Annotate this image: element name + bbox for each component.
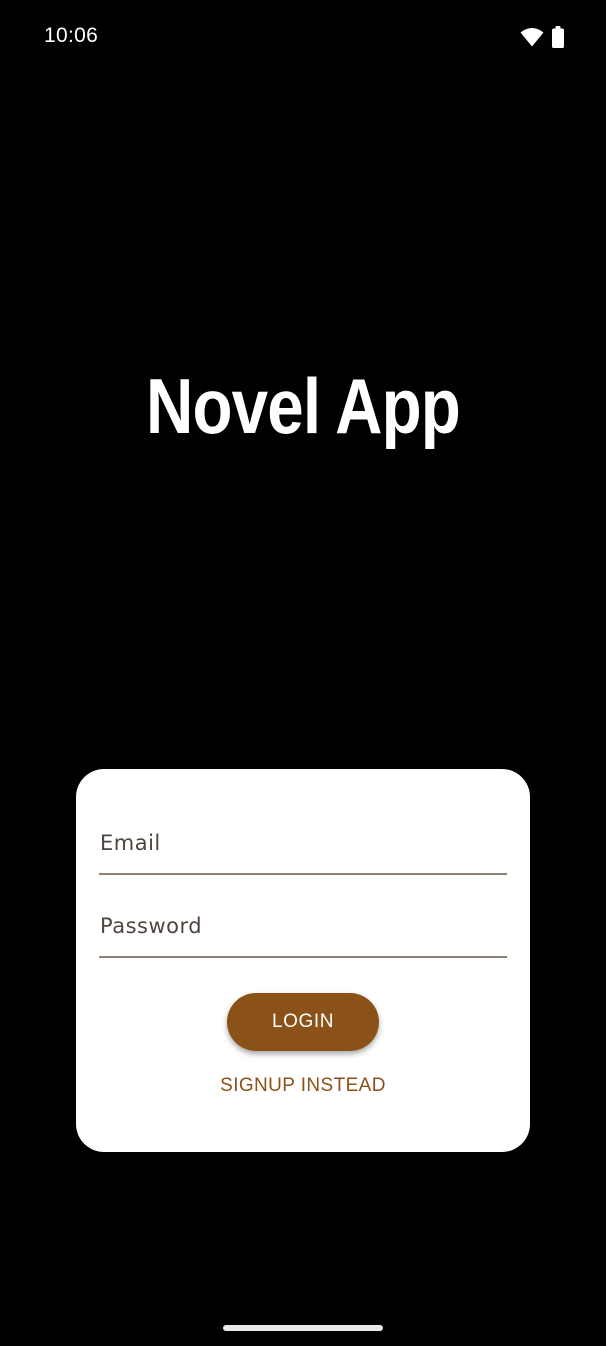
password-input[interactable]: [99, 896, 508, 956]
signup-instead-button[interactable]: SIGNUP INSTEAD: [76, 1075, 530, 1097]
email-input[interactable]: [99, 813, 508, 873]
password-field: [99, 896, 508, 958]
status-bar: 10:06: [0, 0, 606, 76]
battery-icon: [552, 26, 564, 48]
login-button[interactable]: LOGIN: [227, 993, 379, 1051]
wifi-icon: [520, 28, 544, 47]
email-field: [99, 813, 508, 875]
app-title: Novel App: [145, 362, 461, 450]
status-time: 10:06: [44, 24, 99, 47]
home-indicator[interactable]: [223, 1325, 383, 1331]
login-card: LOGIN SIGNUP INSTEAD: [76, 769, 530, 1152]
